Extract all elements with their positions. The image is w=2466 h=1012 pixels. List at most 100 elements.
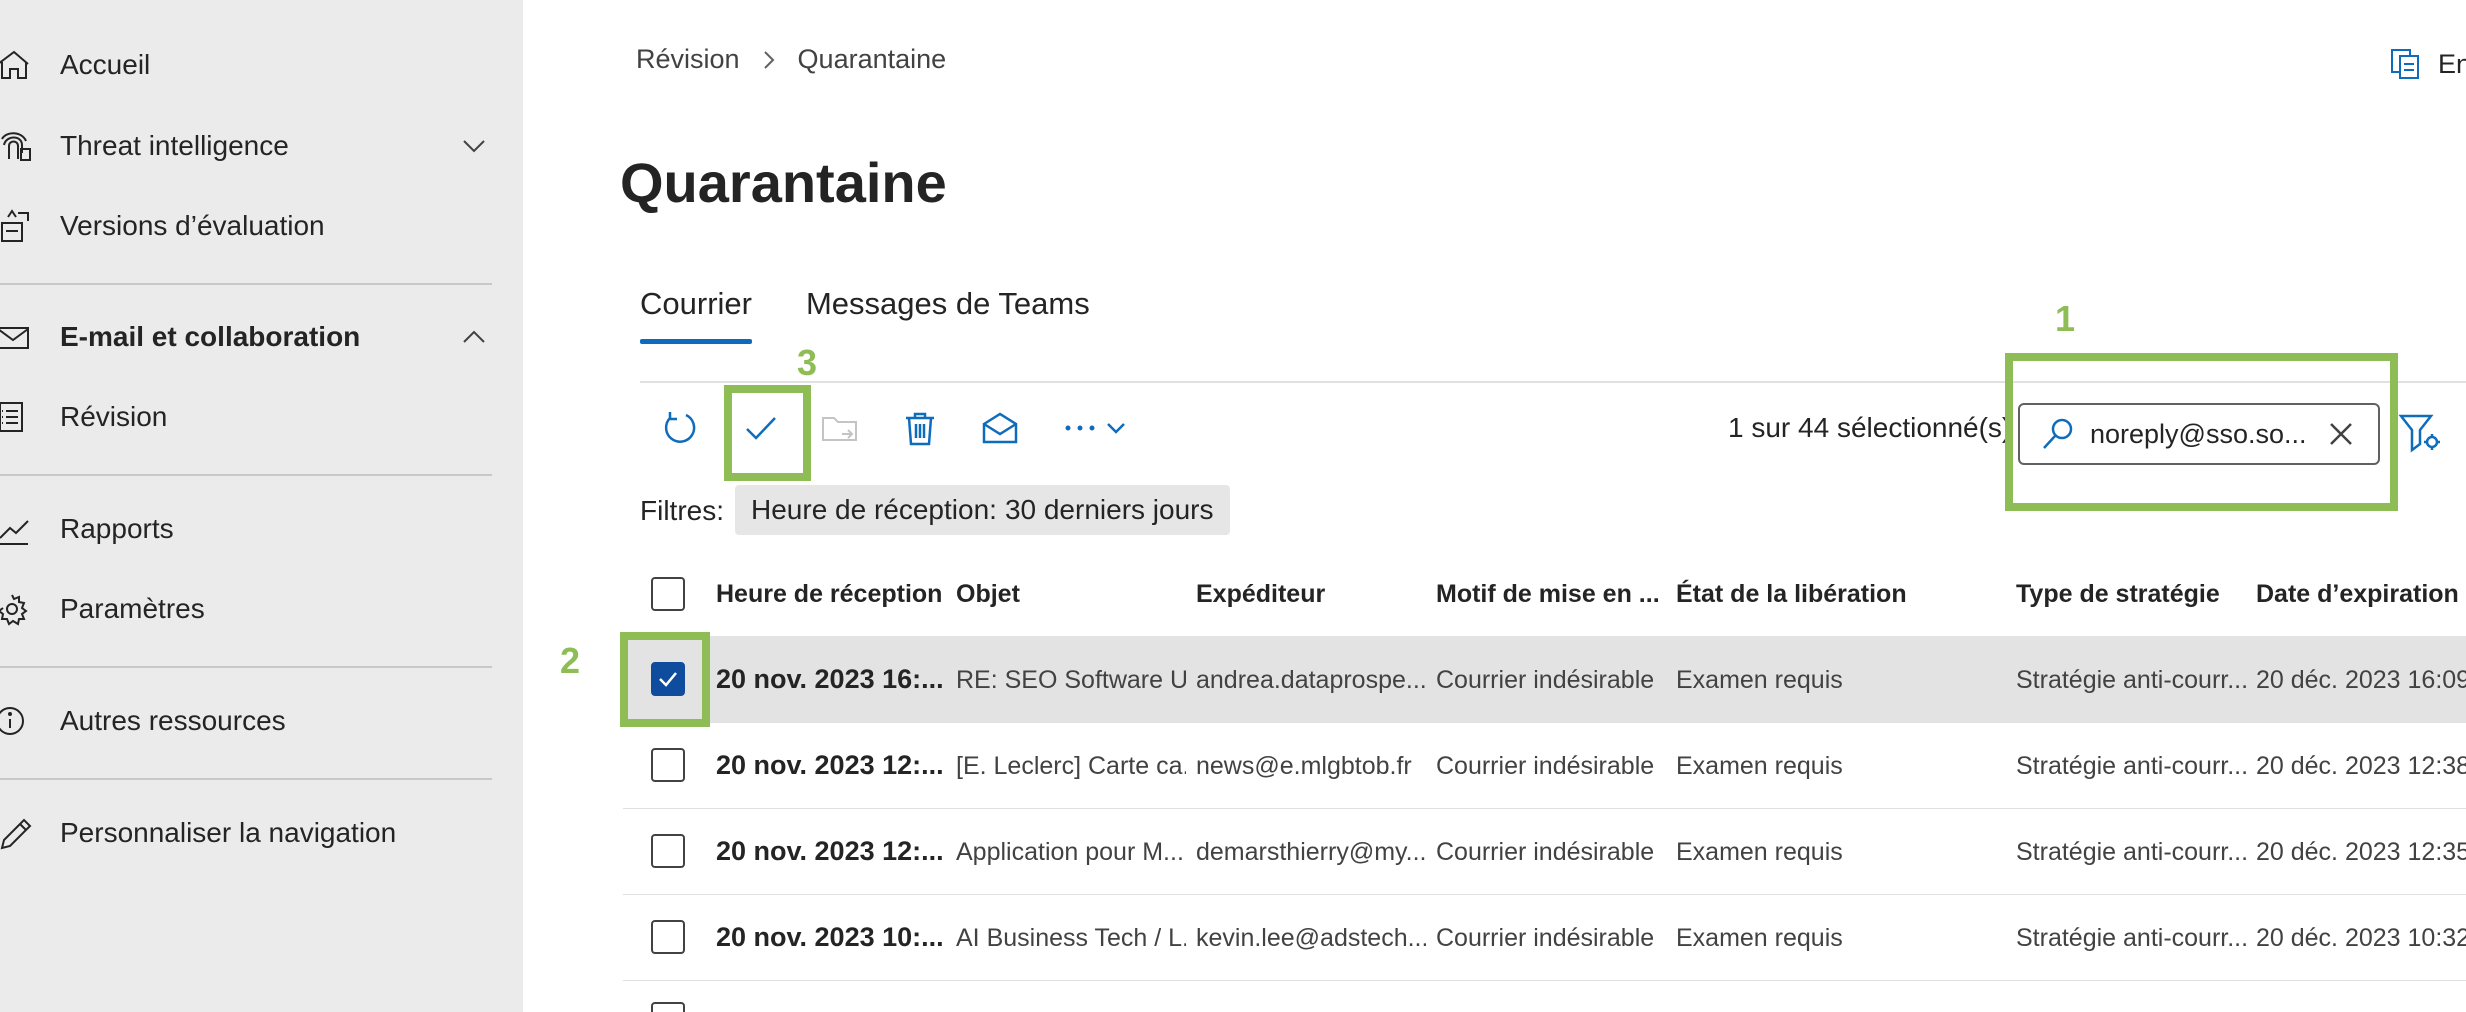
move-button[interactable]	[814, 402, 866, 454]
cell-policy-type: Stratégie anti-courr...	[2016, 838, 2246, 866]
tab-teams-messages[interactable]: Messages de Teams	[806, 286, 1090, 344]
selection-count: 1 sur 44 sélectionné(s)	[1728, 412, 2012, 443]
folder-move-icon	[822, 417, 857, 441]
nav-label: Révision	[60, 401, 168, 432]
nav-item-threat-intelligence[interactable]: Threat intelligence	[0, 111, 523, 181]
refresh-button[interactable]	[654, 402, 706, 454]
row-checkbox[interactable]	[651, 834, 685, 868]
column-header-expiry-date[interactable]: Date d’expiration	[2256, 580, 2459, 609]
row-divider	[623, 980, 2466, 981]
cell-reason: Courrier indésirable	[1436, 838, 1655, 866]
breadcrumb: Révision Quarantaine	[636, 44, 946, 75]
chevron-right-icon	[763, 50, 774, 69]
document-list-icon	[0, 400, 34, 434]
preview-message-button[interactable]	[974, 402, 1026, 454]
table-row[interactable]: 20 nov. 2023 16:... RE: SEO Software U..…	[623, 636, 2466, 722]
delete-button[interactable]	[894, 402, 946, 454]
cell-release-status: Examen requis	[1676, 752, 1843, 780]
row-checkbox[interactable]	[651, 1002, 685, 1012]
annotation-number-2: 2	[560, 640, 581, 681]
cell-expiry-date: 20 déc. 2023 10:32:..	[2256, 924, 2466, 952]
column-header-sender[interactable]: Expéditeur	[1196, 580, 1325, 609]
nav-label: Rapports	[60, 513, 174, 544]
cell-release-status: Examen requis	[1676, 838, 1843, 866]
cell-reason: Courrier indésirable	[1436, 666, 1655, 694]
filter-chip-value: 30 derniers jours	[1004, 494, 1214, 525]
column-header-reason[interactable]: Motif de mise en ...	[1436, 580, 1660, 609]
row-checkbox[interactable]	[651, 748, 685, 782]
sidebar-divider	[0, 283, 492, 285]
nav-label: Versions d’évaluation	[60, 210, 325, 241]
cell-received-time: 20 nov. 2023 10:...	[716, 922, 944, 952]
nav-item-customize-navigation[interactable]: Personnaliser la navigation	[0, 798, 523, 868]
nav-item-settings[interactable]: Paramètres	[0, 574, 523, 644]
cell-sender: news@e.mlgbtob.fr	[1196, 752, 1412, 780]
mail-icon	[0, 320, 34, 354]
cell-reason: Courrier indésirable	[1436, 752, 1655, 780]
nav-item-resources[interactable]: Autres ressources	[0, 686, 523, 756]
pencil-icon	[0, 816, 34, 850]
nav-item-reports[interactable]: Rapports	[0, 494, 523, 564]
column-header-policy-type[interactable]: Type de stratégie	[2016, 580, 2220, 609]
annotation-box-checkbox	[620, 632, 710, 727]
nav-item-trials[interactable]: Versions d’évaluation	[0, 191, 523, 261]
gear-icon	[0, 592, 34, 626]
tab-mail[interactable]: Courrier	[640, 286, 752, 344]
cell-reason: Courrier indésirable	[1436, 924, 1655, 952]
annotation-number-1: 1	[2055, 298, 2076, 339]
filter-settings-icon[interactable]	[2398, 410, 2442, 454]
nav-item-review[interactable]: Révision	[0, 382, 523, 452]
breadcrumb-parent[interactable]: Révision	[636, 44, 740, 75]
cell-expiry-date: 20 déc. 2023 12:35:..	[2256, 838, 2466, 866]
table-row[interactable]: 20 nov. 2023 12:... Application pour M..…	[623, 808, 2466, 894]
cell-subject: [E. Leclerc] Carte ca...	[956, 752, 1186, 780]
annotation-box-search	[2005, 353, 2398, 511]
top-right-action[interactable]: En	[2390, 48, 2466, 80]
sidebar-divider	[0, 778, 492, 780]
cell-subject: AI Business Tech / L...	[956, 924, 1186, 952]
copy-icon	[2391, 49, 2419, 79]
cell-policy-type: Stratégie anti-courr...	[2016, 924, 2246, 952]
filter-chip-received-time[interactable]: Heure de réception: 30 derniers jours	[735, 485, 1230, 535]
nav-item-email-collaboration[interactable]: E-mail et collaboration	[0, 302, 523, 372]
cell-received-time: 20 nov. 2023 16:...	[716, 664, 944, 694]
column-header-release-status[interactable]: État de la libération	[1676, 580, 1907, 609]
cell-sender: andrea.dataprospe...	[1196, 666, 1426, 694]
row-checkbox[interactable]	[651, 920, 685, 954]
column-header-subject[interactable]: Objet	[956, 580, 1020, 609]
more-actions-dropdown[interactable]	[1090, 402, 1142, 454]
cell-subject: Application pour M...	[956, 838, 1184, 866]
cell-subject: RE: SEO Software U...	[956, 666, 1186, 694]
top-right-label: En	[2438, 48, 2466, 79]
annotation-box-release	[724, 385, 811, 481]
chevron-down-icon[interactable]	[458, 130, 490, 162]
table-row[interactable]: 20 nov. 2023 12:... [E. Leclerc] Carte c…	[623, 722, 2466, 808]
cell-policy-type: Stratégie anti-courr...	[2016, 666, 2246, 694]
cell-policy-type: Stratégie anti-courr...	[2016, 752, 2246, 780]
column-header-received-time[interactable]: Heure de réception	[716, 580, 942, 609]
select-all-checkbox[interactable]	[651, 577, 685, 611]
cell-expiry-date: 20 déc. 2023 12:38:..	[2256, 752, 2466, 780]
trash-icon	[906, 412, 934, 446]
cell-received-time: 20 nov. 2023 12:...	[716, 750, 944, 780]
tab-list: Courrier Messages de Teams	[640, 286, 1144, 344]
home-icon	[0, 48, 34, 82]
chevron-down-icon	[1107, 423, 1125, 434]
filter-chip-key: Heure de réception:	[751, 494, 997, 525]
cell-sender: demarsthierry@my...	[1196, 838, 1426, 866]
sidebar: Accueil Threat intelligence Versions d’é…	[0, 0, 523, 1012]
nav-label: Paramètres	[60, 593, 205, 624]
chart-line-icon	[0, 512, 34, 546]
cell-release-status: Examen requis	[1676, 924, 1843, 952]
nav-item-home[interactable]: Accueil	[0, 30, 523, 100]
chevron-up-icon[interactable]	[458, 321, 490, 353]
refresh-icon	[664, 412, 696, 443]
info-icon	[0, 704, 34, 738]
nav-label: Autres ressources	[60, 705, 286, 736]
trials-icon	[0, 209, 34, 243]
page-title: Quarantaine	[620, 151, 947, 214]
sidebar-divider	[0, 474, 492, 476]
table-row[interactable]: 20 nov. 2023 10:... AI Business Tech / L…	[623, 894, 2466, 980]
mail-open-icon	[982, 412, 1018, 444]
nav-label: Threat intelligence	[60, 130, 289, 161]
